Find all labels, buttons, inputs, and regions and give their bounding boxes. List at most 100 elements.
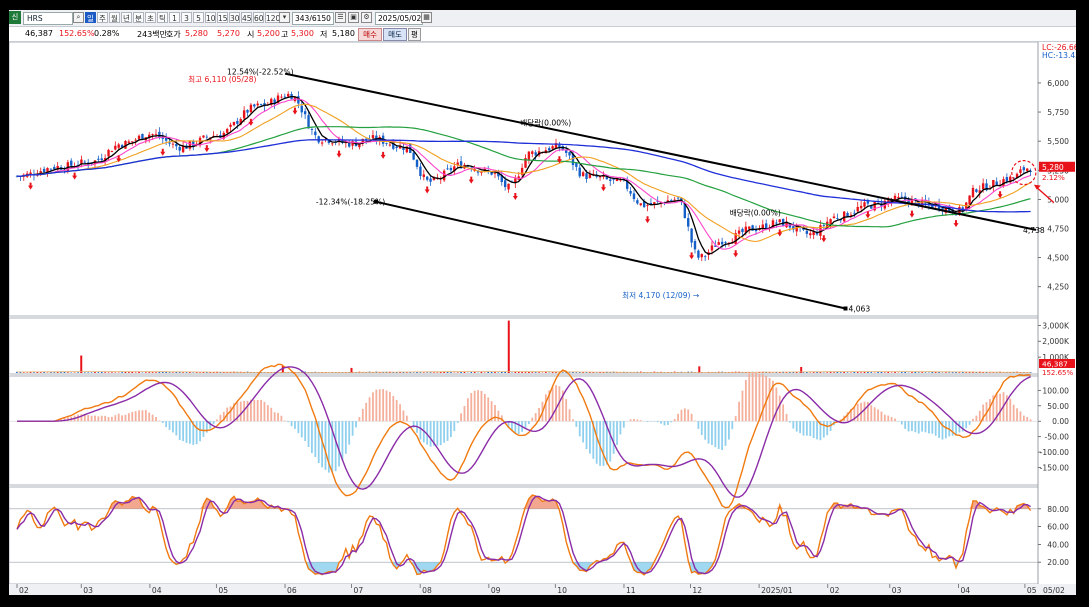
candle-body — [737, 230, 741, 234]
interval-button-45[interactable]: 45 — [241, 12, 252, 23]
lower-channel-label: -12.34%(-18.25%) — [316, 198, 385, 207]
candle-body — [415, 159, 419, 167]
candle-body — [429, 178, 432, 182]
candle-body — [303, 111, 307, 115]
interval-button-10[interactable]: 10 — [205, 12, 216, 23]
macd-histogram-bar — [687, 409, 690, 422]
quote-high-label: 고 — [281, 30, 289, 39]
quote-amount: 243백만 — [137, 30, 167, 39]
candle-body — [720, 241, 724, 245]
settings-gear-icon[interactable]: ⚙ — [361, 12, 372, 23]
macd-histogram-bar — [117, 413, 120, 422]
volume-bar — [521, 372, 523, 373]
period-button-5[interactable]: 초 — [145, 12, 156, 23]
volume-bar — [463, 372, 466, 373]
volume-bar — [575, 372, 578, 373]
chart-type-icon[interactable]: ☰ — [335, 12, 346, 23]
candle-body — [775, 222, 778, 224]
macd-histogram-bar — [253, 399, 256, 422]
calendar-icon[interactable]: ▦ — [421, 12, 432, 23]
date-tick-label: 05 — [1027, 586, 1037, 595]
macd-histogram-bar — [714, 421, 717, 448]
interval-button-15[interactable]: 15 — [217, 12, 228, 23]
volume-bar — [195, 372, 198, 373]
macd-histogram-bar — [911, 421, 913, 431]
bar-count-input[interactable]: 343/6150 — [292, 12, 334, 25]
stock-chart[interactable]: 6,0005,7505,5005,2505,0004,7504,5004,250… — [9, 42, 1076, 595]
macd-histogram-bar — [175, 421, 178, 436]
stock-code-input[interactable]: HRS — [23, 12, 73, 25]
candle-body — [371, 135, 375, 139]
macd-histogram-bar — [690, 413, 693, 422]
macd-histogram-bar — [724, 421, 727, 446]
macd-histogram-bar — [809, 421, 812, 437]
period-button-3[interactable]: 년 — [121, 12, 132, 23]
volume-spike — [507, 320, 510, 373]
macd-histogram-bar — [595, 421, 598, 464]
macd-histogram-bar — [94, 415, 96, 422]
macd-histogram-bar — [477, 390, 479, 422]
quote-low: 5,180 — [332, 29, 355, 38]
volume-bar — [860, 372, 862, 373]
date-tick-label: 2025/01 — [761, 586, 793, 595]
volume-bar — [948, 372, 951, 373]
candle-body — [242, 110, 246, 119]
candle-body — [188, 141, 192, 149]
volume-bar — [155, 372, 157, 373]
macd-histogram-bar — [805, 421, 808, 436]
quote-turnover: 0.28% — [94, 29, 120, 38]
macd-histogram-bar — [107, 417, 110, 422]
date-tick-label: 12 — [692, 586, 702, 595]
period-button-6[interactable]: 틱 — [157, 12, 168, 23]
candle-body — [866, 201, 870, 204]
volume-bar — [945, 372, 947, 373]
volume-bar — [836, 371, 839, 373]
interval-button-3[interactable]: 3 — [181, 12, 192, 23]
period-button-2[interactable]: 월 — [109, 12, 120, 23]
interval-dropdown-icon[interactable]: ▾ — [279, 12, 290, 23]
sell-button[interactable]: 매도 — [383, 28, 407, 41]
volume-bar — [958, 372, 961, 373]
date-tick-label: 03 — [83, 586, 93, 595]
candle-body — [724, 242, 727, 243]
macd-histogram-bar — [728, 421, 730, 440]
interval-button-1[interactable]: 1 — [169, 12, 180, 23]
interval-button-60[interactable]: 60 — [253, 12, 264, 23]
period-button-0[interactable]: 일 — [85, 12, 96, 23]
macd-histogram-bar — [1012, 404, 1015, 422]
volume-bar — [480, 371, 483, 373]
candle-body — [256, 103, 259, 106]
macd-histogram-bar — [880, 411, 883, 422]
volume-bar — [555, 372, 557, 373]
extra-button[interactable]: 평 — [408, 28, 421, 41]
buy-button[interactable]: 매수 — [358, 28, 382, 41]
interval-button-5[interactable]: 5 — [193, 12, 204, 23]
date-tick-label: 04 — [960, 586, 970, 595]
macd-histogram-bar — [348, 421, 351, 445]
macd-histogram-bar — [405, 415, 408, 422]
candle-body — [493, 173, 497, 175]
save-icon[interactable]: ▣ — [348, 12, 359, 23]
macd-histogram-bar — [972, 418, 974, 422]
macd-histogram-bar — [121, 415, 123, 422]
candle-body — [863, 202, 866, 207]
candle-body — [836, 217, 839, 219]
macd-histogram-bar — [921, 421, 924, 432]
macd-histogram-bar — [978, 410, 981, 422]
date-input[interactable]: 2025/05/02 — [375, 12, 423, 25]
period-button-1[interactable]: 주 — [97, 12, 108, 23]
interval-button-30[interactable]: 30 — [229, 12, 240, 23]
period-button-4[interactable]: 분 — [133, 12, 144, 23]
macd-histogram-bar — [744, 380, 747, 422]
macd-histogram-bar — [419, 421, 422, 440]
candle-body — [107, 149, 110, 157]
macd-histogram-bar — [761, 374, 764, 422]
volume-bar — [802, 372, 805, 373]
macd-histogram-bar — [307, 421, 310, 447]
candle-body — [585, 173, 588, 180]
macd-histogram-bar — [907, 421, 910, 432]
macd-histogram-bar — [314, 421, 317, 457]
macd-histogram-bar — [904, 421, 907, 429]
search-icon[interactable]: ⌕ — [73, 12, 84, 23]
volume-bar — [870, 372, 873, 373]
